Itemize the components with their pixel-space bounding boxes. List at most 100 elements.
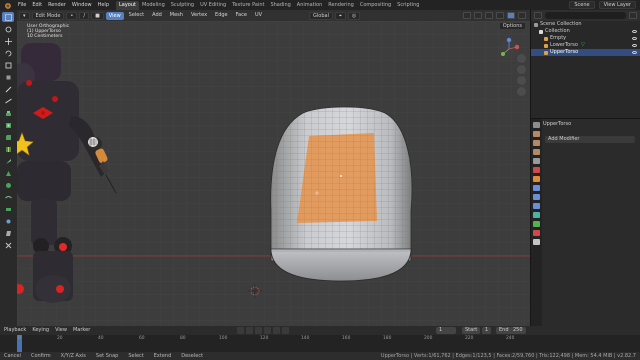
prev-keyframe-icon[interactable] bbox=[246, 327, 253, 334]
tab-uv-editing[interactable]: UV Editing bbox=[197, 1, 229, 10]
upper-torso-mesh[interactable] bbox=[267, 101, 417, 282]
menu-playback[interactable]: Playback bbox=[4, 326, 26, 335]
mode-selector[interactable]: Edit Mode bbox=[31, 11, 65, 20]
edge-slide-tool-icon[interactable] bbox=[2, 204, 14, 214]
menu-file[interactable]: File bbox=[15, 0, 29, 10]
timeline-ruler[interactable]: 0 20 40 60 80 100 120 140 160 180 200 22… bbox=[0, 335, 640, 352]
eye-icon[interactable] bbox=[632, 51, 637, 54]
play-icon[interactable] bbox=[264, 327, 271, 334]
blender-logo-icon[interactable] bbox=[3, 1, 12, 10]
vertex-select-icon[interactable]: • bbox=[66, 11, 78, 20]
3d-viewport[interactable]: ▾ Edit Mode • / ■ View Select Add Mesh V… bbox=[17, 10, 530, 326]
object-tab-icon[interactable] bbox=[533, 176, 540, 182]
rip-region-tool-icon[interactable] bbox=[2, 240, 14, 250]
perspective-toggle-icon[interactable] bbox=[517, 87, 526, 96]
tab-layout[interactable]: Layout bbox=[116, 0, 139, 10]
annotate-tool-icon[interactable] bbox=[2, 84, 14, 94]
gizmo-toggle-icon[interactable] bbox=[474, 12, 482, 19]
measure-tool-icon[interactable] bbox=[2, 96, 14, 106]
start-frame-field[interactable]: 1 bbox=[482, 327, 492, 334]
menu-keying[interactable]: Keying bbox=[32, 326, 49, 335]
inset-tool-icon[interactable] bbox=[2, 120, 14, 130]
menu-vertex[interactable]: Vertex bbox=[188, 10, 210, 21]
menu-edge[interactable]: Edge bbox=[212, 10, 231, 21]
jump-start-icon[interactable] bbox=[237, 327, 244, 334]
outliner-item-collection[interactable]: Collection bbox=[531, 28, 640, 35]
editor-type-button[interactable]: ▾ bbox=[19, 11, 30, 20]
view-layer-tab-icon[interactable] bbox=[533, 149, 540, 155]
menu-timeline-view[interactable]: View bbox=[55, 326, 67, 335]
options-dropdown[interactable]: Options bbox=[498, 22, 526, 30]
filter-icon[interactable] bbox=[629, 12, 637, 19]
menu-view[interactable]: View bbox=[105, 11, 124, 20]
outliner-item-empty[interactable]: Empty bbox=[531, 35, 640, 42]
rotate-tool-icon[interactable] bbox=[2, 48, 14, 58]
add-modifier-button[interactable]: Add Modifier bbox=[545, 136, 635, 143]
eye-icon[interactable] bbox=[632, 30, 637, 33]
transform-orientation-dropdown[interactable]: Global bbox=[309, 11, 333, 20]
menu-edit[interactable]: Edit bbox=[29, 0, 45, 10]
shear-tool-icon[interactable] bbox=[2, 228, 14, 238]
data-tab-icon[interactable] bbox=[533, 221, 540, 227]
xray-toggle-icon[interactable] bbox=[496, 12, 504, 19]
tab-modeling[interactable]: Modeling bbox=[139, 1, 168, 10]
modifier-tab-icon[interactable] bbox=[533, 185, 540, 191]
tab-compositing[interactable]: Compositing bbox=[357, 1, 394, 10]
poly-build-tool-icon[interactable] bbox=[2, 168, 14, 178]
texture-tab-icon[interactable] bbox=[533, 239, 540, 245]
tab-scripting[interactable]: Scripting bbox=[394, 1, 422, 10]
particles-tab-icon[interactable] bbox=[533, 194, 540, 200]
tab-texture-paint[interactable]: Texture Paint bbox=[229, 1, 267, 10]
knife-tool-icon[interactable] bbox=[2, 156, 14, 166]
camera-view-icon[interactable] bbox=[517, 76, 526, 85]
snap-icon[interactable]: ⌖ bbox=[335, 11, 346, 20]
outliner-display-mode-icon[interactable] bbox=[534, 12, 542, 19]
outliner-item-scene-collection[interactable]: Scene Collection bbox=[531, 21, 640, 28]
face-select-icon[interactable]: ■ bbox=[91, 11, 104, 20]
scene-selector[interactable]: Scene bbox=[569, 1, 595, 9]
viewport-canvas[interactable] bbox=[17, 21, 530, 326]
zoom-icon[interactable] bbox=[517, 54, 526, 63]
tool-tab-icon[interactable] bbox=[533, 122, 540, 128]
menu-marker[interactable]: Marker bbox=[73, 326, 90, 335]
move-tool-icon[interactable] bbox=[2, 36, 14, 46]
eye-icon[interactable] bbox=[632, 37, 637, 40]
select-box-tool-icon[interactable] bbox=[2, 12, 14, 22]
menu-render[interactable]: Render bbox=[45, 0, 69, 10]
menu-mesh[interactable]: Mesh bbox=[167, 10, 186, 21]
next-keyframe-icon[interactable] bbox=[273, 327, 280, 334]
play-reverse-icon[interactable] bbox=[255, 327, 262, 334]
scale-tool-icon[interactable] bbox=[2, 60, 14, 70]
constraints-tab-icon[interactable] bbox=[533, 212, 540, 218]
menu-uv[interactable]: UV bbox=[252, 10, 265, 21]
bevel-tool-icon[interactable] bbox=[2, 132, 14, 142]
tab-shading[interactable]: Shading bbox=[267, 1, 293, 10]
spin-tool-icon[interactable] bbox=[2, 180, 14, 190]
material-shading-icon[interactable] bbox=[518, 12, 526, 19]
material-tab-icon[interactable] bbox=[533, 230, 540, 236]
output-tab-icon[interactable] bbox=[533, 140, 540, 146]
cursor-tool-icon[interactable] bbox=[2, 24, 14, 34]
scene-tab-icon[interactable] bbox=[533, 158, 540, 164]
loop-cut-tool-icon[interactable] bbox=[2, 144, 14, 154]
outliner-item-upper-torso[interactable]: UpperTorso bbox=[531, 49, 640, 56]
extrude-tool-icon[interactable] bbox=[2, 108, 14, 118]
transform-tool-icon[interactable] bbox=[2, 72, 14, 82]
visibility-icon[interactable] bbox=[463, 12, 471, 19]
menu-window[interactable]: Window bbox=[69, 0, 95, 10]
jump-end-icon[interactable] bbox=[282, 327, 289, 334]
tab-rendering[interactable]: Rendering bbox=[325, 1, 357, 10]
menu-select[interactable]: Select bbox=[126, 10, 147, 21]
shrink-fatten-tool-icon[interactable] bbox=[2, 216, 14, 226]
eye-icon[interactable] bbox=[632, 44, 637, 47]
render-tab-icon[interactable] bbox=[533, 131, 540, 137]
end-frame-field[interactable]: 250 bbox=[510, 327, 526, 334]
menu-help[interactable]: Help bbox=[95, 0, 112, 10]
proportional-edit-icon[interactable]: ◎ bbox=[347, 11, 361, 20]
current-frame-field[interactable]: 1 bbox=[436, 327, 456, 334]
menu-face[interactable]: Face bbox=[233, 10, 250, 21]
physics-tab-icon[interactable] bbox=[533, 203, 540, 209]
tab-animation[interactable]: Animation bbox=[294, 1, 326, 10]
outliner-search-input[interactable] bbox=[545, 12, 626, 19]
pan-hand-icon[interactable] bbox=[517, 65, 526, 74]
